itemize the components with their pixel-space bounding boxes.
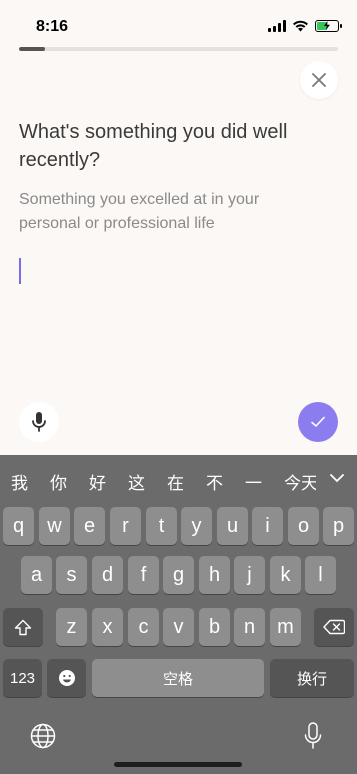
prompt-question: What's something you did well recently?	[19, 121, 288, 171]
candidate-word[interactable]: 我	[11, 469, 28, 494]
globe-icon	[30, 723, 56, 749]
microphone-icon	[32, 412, 46, 432]
status-icons	[268, 20, 342, 32]
wifi-icon	[293, 20, 308, 32]
checkmark-icon	[311, 416, 325, 427]
key-m[interactable]: m	[270, 608, 301, 646]
key-q[interactable]: q	[3, 507, 34, 545]
key-s[interactable]: s	[56, 556, 87, 594]
candidate-word[interactable]: 你	[50, 469, 67, 494]
emoji-icon	[58, 670, 75, 686]
key-b[interactable]: b	[199, 608, 230, 646]
candidate-word[interactable]: 今天	[284, 469, 316, 494]
key-v[interactable]: v	[163, 608, 194, 646]
key-h[interactable]: h	[199, 556, 230, 594]
battery-icon	[315, 20, 342, 32]
space-key[interactable]: 空格	[92, 659, 264, 697]
candidate-word[interactable]: 好	[89, 469, 106, 494]
return-key[interactable]: 换行	[270, 659, 354, 697]
shift-key[interactable]	[3, 608, 43, 646]
submit-button[interactable]	[298, 402, 338, 442]
key-j[interactable]: j	[234, 556, 265, 594]
key-t[interactable]: t	[146, 507, 177, 545]
shift-icon	[14, 619, 32, 635]
text-cursor[interactable]	[19, 258, 21, 284]
emoji-key[interactable]	[47, 659, 86, 697]
close-icon	[312, 73, 326, 87]
candidate-word[interactable]: 不	[206, 469, 223, 494]
progress-bar	[19, 47, 338, 51]
candidate-word[interactable]: 在	[167, 469, 184, 494]
status-bar: 8:16	[0, 0, 357, 44]
globe-button[interactable]	[28, 721, 58, 751]
close-button[interactable]	[300, 61, 338, 99]
key-x[interactable]: x	[92, 608, 123, 646]
key-o[interactable]: o	[288, 507, 319, 545]
keyboard: 我 你 好 这 在 不 一 今天 q w e r t y u i o p a s…	[0, 455, 357, 774]
chevron-down-icon	[330, 474, 344, 483]
key-w[interactable]: w	[39, 507, 70, 545]
cellular-signal-icon	[268, 20, 286, 32]
dictation-icon	[304, 722, 322, 749]
key-u[interactable]: u	[217, 507, 248, 545]
key-n[interactable]: n	[234, 608, 265, 646]
key-a[interactable]: a	[21, 556, 52, 594]
key-z[interactable]: z	[56, 608, 87, 646]
key-y[interactable]: y	[181, 507, 212, 545]
progress-fill	[19, 47, 45, 51]
delete-key[interactable]	[314, 608, 354, 646]
dictation-button[interactable]	[298, 719, 328, 753]
key-p[interactable]: p	[323, 507, 354, 545]
candidate-bar: 我 你 好 这 在 不 一 今天	[0, 455, 357, 502]
key-i[interactable]: i	[252, 507, 283, 545]
key-g[interactable]: g	[163, 556, 194, 594]
voice-input-button[interactable]	[19, 402, 59, 442]
key-r[interactable]: r	[110, 507, 141, 545]
key-k[interactable]: k	[270, 556, 301, 594]
prompt-subtitle: Something you excelled at in your person…	[19, 191, 260, 232]
home-indicator	[114, 762, 242, 767]
numbers-key[interactable]: 123	[3, 659, 42, 697]
key-l[interactable]: l	[305, 556, 336, 594]
key-e[interactable]: e	[74, 507, 105, 545]
candidate-expand-button[interactable]	[317, 455, 357, 502]
status-time: 8:16	[36, 18, 69, 35]
key-c[interactable]: c	[128, 608, 159, 646]
key-d[interactable]: d	[92, 556, 123, 594]
key-f[interactable]: f	[128, 556, 159, 594]
candidate-word[interactable]: 一	[245, 469, 262, 494]
delete-icon	[323, 619, 345, 635]
candidate-word[interactable]: 这	[128, 469, 145, 494]
